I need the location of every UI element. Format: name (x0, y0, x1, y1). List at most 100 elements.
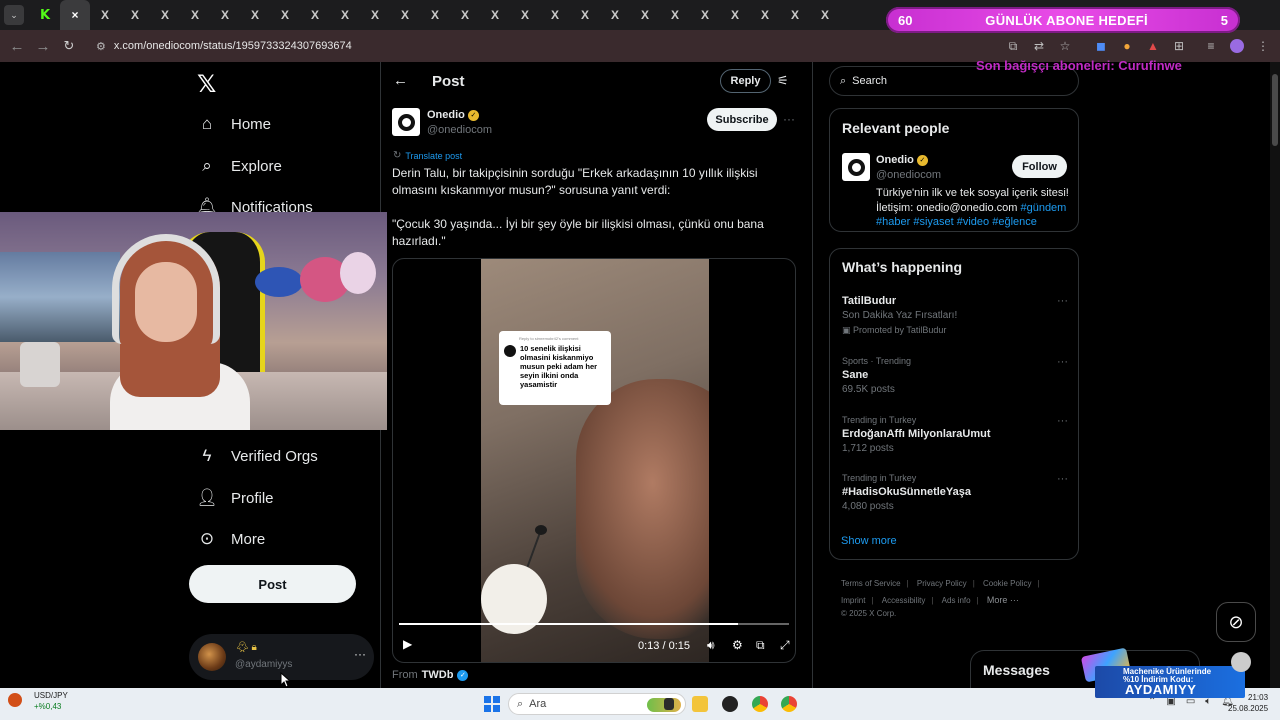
nav-item-home[interactable]: ⌂ Home (197, 114, 271, 134)
x-icon[interactable]: X (630, 0, 660, 30)
url-field[interactable]: x.com/onediocom/status/19597333243076936… (114, 40, 352, 52)
post-more-icon[interactable]: ··· (783, 112, 795, 126)
show-more-link[interactable]: Show more (841, 535, 897, 547)
x-icon[interactable]: X (240, 0, 270, 30)
hashtag-link[interactable]: #gündem (1020, 202, 1066, 214)
source-account-link[interactable]: TWDb (422, 669, 454, 681)
footer-link[interactable]: Ads info (942, 596, 971, 605)
install-app-icon[interactable]: ⧉ (1006, 39, 1020, 53)
back-icon[interactable]: ← (4, 33, 30, 59)
x-icon[interactable]: X (180, 0, 210, 30)
x-icon[interactable]: X (510, 0, 540, 30)
x-icon[interactable]: X (390, 0, 420, 30)
relevant-name[interactable]: Onedio ✓ (876, 154, 928, 166)
video-progress-bar[interactable] (399, 623, 789, 625)
translate-icon[interactable]: ⇄ (1032, 39, 1046, 53)
translate-post-link[interactable]: ↻ Translate post (393, 150, 462, 161)
hashtag-link[interactable]: #haber (876, 216, 910, 228)
hashtag-link[interactable]: #video (957, 216, 989, 228)
x-icon[interactable]: X (330, 0, 360, 30)
back-arrow-icon[interactable]: ← (393, 72, 408, 89)
page-scrollbar[interactable] (1270, 62, 1280, 688)
post-button[interactable]: Post (189, 565, 356, 603)
x-icon[interactable]: X (150, 0, 180, 30)
x-icon[interactable]: X (600, 0, 630, 30)
footer-link[interactable]: Accessibility (882, 596, 926, 605)
stock-ticker-widget[interactable]: USD/JPY +%0,43 (8, 691, 68, 711)
x-icon[interactable]: X (450, 0, 480, 30)
x-icon[interactable]: X (690, 0, 720, 30)
hashtag-link[interactable]: #siyaset (913, 216, 953, 228)
relevant-handle[interactable]: @onediocom (876, 169, 941, 181)
author-handle[interactable]: @onediocom (427, 124, 492, 136)
reply-filter-icon[interactable]: ⚟ (777, 73, 789, 89)
reload-icon[interactable]: ↻ (56, 33, 82, 59)
x-icon[interactable]: X (540, 0, 570, 30)
footer-link[interactable]: Privacy Policy (917, 579, 967, 588)
file-explorer-icon[interactable] (692, 696, 708, 712)
video-frame[interactable]: Reply to simremobr42's comment 10 seneli… (481, 259, 709, 662)
subscribe-button[interactable]: Subscribe (707, 108, 777, 131)
x-icon[interactable]: X (360, 0, 390, 30)
x-icon[interactable]: X (570, 0, 600, 30)
bookmark-star-icon[interactable]: ☆ (1058, 39, 1072, 53)
taskbar-search[interactable]: ⌕ Ara (508, 693, 686, 715)
trend-item[interactable]: Trending in Turkey #HadisOkuSünnetleYaşa… (842, 473, 1068, 512)
tab-search-button[interactable]: ⌄ (4, 5, 24, 25)
more-dots-icon[interactable]: ··· (354, 647, 366, 661)
trend-more-icon[interactable]: ··· (1057, 473, 1068, 485)
x-icon[interactable]: X (210, 0, 240, 30)
browser-menu-icon[interactable]: ⋮ (1256, 39, 1270, 53)
trend-item[interactable]: Trending in Turkey ErdoğanAffı Milyonlar… (842, 415, 1068, 454)
footer-link[interactable]: Imprint (841, 596, 865, 605)
settings-gear-icon[interactable]: ⚙ (732, 638, 743, 652)
trend-item[interactable]: Sports · Trending Sane 69.5K posts ··· (842, 356, 1068, 395)
nav-item-profile[interactable]: 👤︎ Profile (196, 488, 273, 508)
x-icon[interactable]: X (720, 0, 750, 30)
trend-more-icon[interactable]: ··· (1057, 295, 1068, 307)
author-name[interactable]: Onedio ✓ (427, 109, 479, 121)
x-logo-icon[interactable]: 𝕏 (197, 70, 216, 98)
author-avatar[interactable] (392, 108, 420, 136)
x-icon[interactable]: X (750, 0, 780, 30)
scrollbar-thumb[interactable] (1272, 74, 1278, 146)
trend-more-icon[interactable]: ··· (1057, 415, 1068, 427)
site-info-icon[interactable]: ⚙ (96, 40, 106, 53)
footer-link[interactable]: Cookie Policy (983, 579, 1031, 588)
play-icon[interactable]: ▶ (403, 637, 412, 651)
fullscreen-icon[interactable]: ⤢ (780, 638, 790, 653)
volume-icon[interactable]: 🔊︎ (707, 638, 715, 653)
game-app-icon[interactable] (722, 696, 738, 712)
follow-button[interactable]: Follow (1012, 155, 1067, 178)
kick-icon[interactable]: K (30, 0, 60, 30)
trend-more-icon[interactable]: ··· (1057, 356, 1068, 368)
grok-icon[interactable]: ⊘ (1216, 602, 1256, 642)
x-icon[interactable]: X (810, 0, 840, 30)
video-player[interactable]: Reply to simremobr42's comment 10 seneli… (392, 258, 796, 663)
windows-start-icon[interactable] (484, 696, 500, 712)
nav-item-explore[interactable]: ⌕ Explore (197, 156, 282, 176)
x-icon[interactable]: X (120, 0, 150, 30)
nav-item-verified-orgs[interactable]: ϟ Verified Orgs (197, 446, 318, 466)
extension-red-icon[interactable]: ▲ (1146, 39, 1160, 53)
x-icon[interactable]: X (300, 0, 330, 30)
reply-button[interactable]: Reply (720, 69, 771, 93)
chrome-icon[interactable] (752, 696, 768, 712)
x-icon[interactable]: × (60, 0, 90, 30)
extension-icon[interactable]: ● (1120, 39, 1134, 53)
chrome-icon[interactable] (781, 696, 797, 712)
footer-link[interactable]: Terms of Service (841, 579, 901, 588)
x-icon[interactable]: X (780, 0, 810, 30)
hashtag-link[interactable]: #eğlence (992, 216, 1037, 228)
profile-avatar-icon[interactable] (1230, 39, 1244, 53)
task-view-icon[interactable] (664, 698, 674, 710)
x-icon[interactable]: X (660, 0, 690, 30)
relevant-avatar[interactable] (842, 153, 870, 181)
extension-translate-icon[interactable]: ◼ (1094, 39, 1108, 53)
extensions-puzzle-icon[interactable]: ⊞ (1172, 39, 1186, 53)
forward-icon[interactable]: → (30, 33, 56, 59)
footer-more-link[interactable]: More ··· (987, 595, 1019, 605)
x-icon[interactable]: X (90, 0, 120, 30)
picture-in-picture-icon[interactable]: ⧉ (756, 638, 765, 653)
x-icon[interactable]: X (270, 0, 300, 30)
